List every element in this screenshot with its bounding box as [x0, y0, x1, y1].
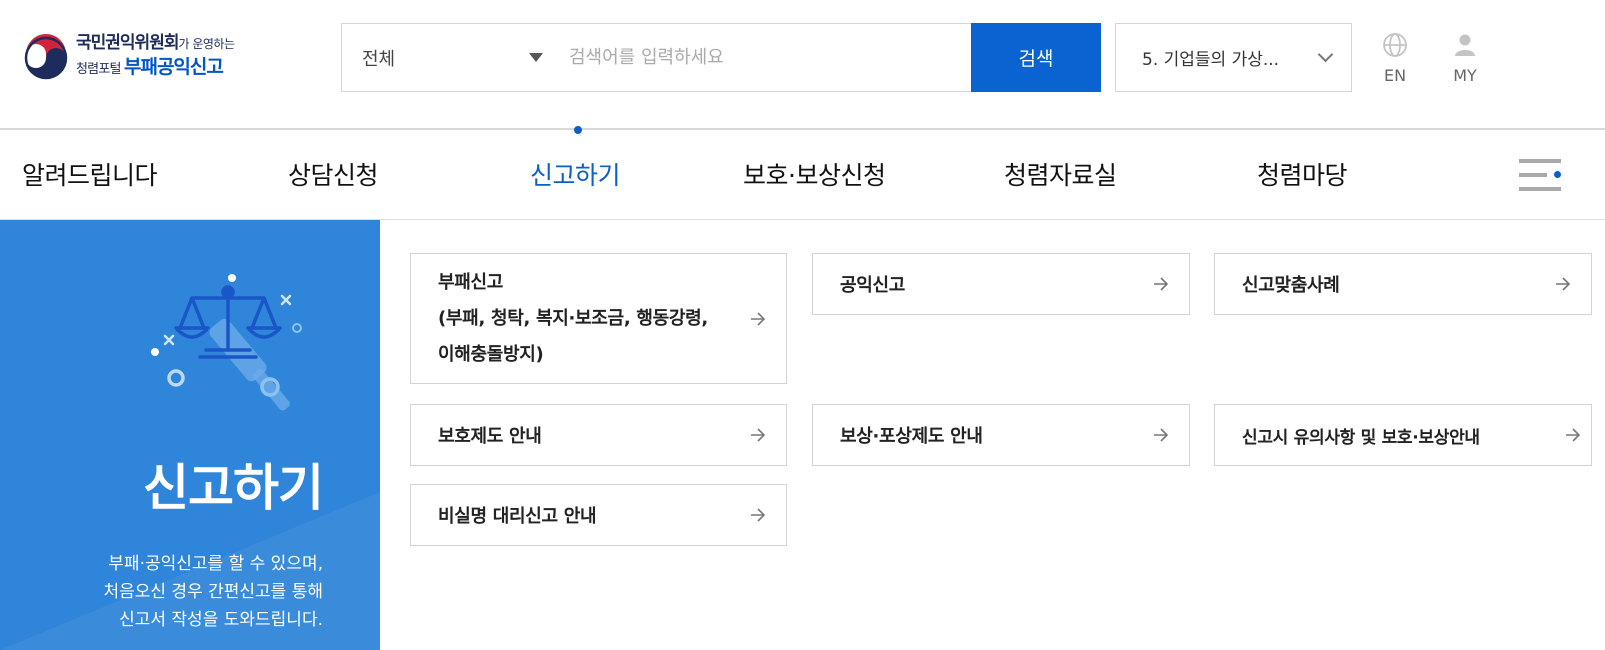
section-side-panel: 신고하기 부패·공익신고를 할 수 있으며, 처음오신 경우 간편신고를 통해 …	[0, 220, 380, 650]
submenu-protection-guide[interactable]: 보호제도 안내	[410, 404, 787, 466]
user-icon	[1455, 34, 1475, 56]
section-title: 신고하기	[143, 459, 324, 517]
language-en-label: EN	[1383, 66, 1407, 85]
hamburger-menu-icon[interactable]	[1519, 159, 1561, 193]
submenu-report-cases[interactable]: 신고맞춤사례	[1214, 253, 1592, 315]
main-navigation: 알려드립니다 상담신청 신고하기 보호·보상신청 청렴자료실 청렴마당	[0, 132, 1605, 220]
submenu-corruption-report[interactable]: 부패신고 (부패, 청탁, 복지·보조금, 행동강령, 이해충돌방지)	[410, 253, 787, 384]
active-nav-indicator	[574, 126, 582, 134]
submenu-label: 공익신고	[840, 275, 906, 296]
submenu-label: (부패, 청탁, 복지·보조금, 행동강령,	[438, 307, 708, 329]
section-description-line: 신고서 작성을 도와드립니다.	[119, 610, 323, 630]
submenu-label: 비실명 대리신고 안내	[438, 506, 597, 527]
globe-icon	[1383, 33, 1407, 57]
popular-keyword-value: 5. 기업들의 가상...	[1142, 50, 1280, 70]
section-description: 부패·공익신고를 할 수 있으며, 처음오신 경우 간편신고를 통해 신고서 작…	[23, 550, 323, 634]
search-button[interactable]: 검색	[971, 23, 1101, 92]
taegeuk-logo-icon	[24, 34, 68, 80]
search-bar: 전체 검색	[341, 23, 1101, 92]
nav-item-integrity-plaza[interactable]: 청렴마당	[1257, 132, 1348, 220]
submenu-report-precautions[interactable]: 신고시 유의사항 및 보호·보상안내	[1214, 404, 1592, 466]
search-input[interactable]	[561, 24, 971, 91]
arrow-right-icon	[751, 508, 766, 522]
submenu-label: 신고시 유의사항 및 보호·보상안내	[1242, 427, 1480, 448]
popular-keyword-dropdown[interactable]: 5. 기업들의 가상...	[1115, 23, 1352, 92]
arrow-right-icon	[1154, 428, 1169, 442]
language-en-button[interactable]: EN	[1370, 32, 1420, 88]
search-category-select[interactable]: 전체	[342, 24, 561, 91]
chevron-down-icon	[1317, 46, 1334, 63]
nav-item-notice[interactable]: 알려드립니다	[22, 132, 158, 220]
my-page-button[interactable]: MY	[1440, 32, 1490, 88]
nav-item-report[interactable]: 신고하기	[530, 132, 621, 220]
nav-item-protection[interactable]: 보호·보상신청	[743, 132, 886, 220]
site-header: 국민권익위원회가 운영하는 청렴포털 부패공익신고 전체 검색 5. 기업들의 …	[0, 0, 1605, 130]
submenu-anonymous-proxy-report[interactable]: 비실명 대리신고 안내	[410, 484, 787, 546]
arrow-right-icon	[1154, 277, 1169, 291]
nav-item-consultation[interactable]: 상담신청	[288, 132, 379, 220]
submenu-label: 이해충돌방지)	[438, 343, 544, 365]
arrow-right-icon	[1556, 277, 1571, 291]
logo-portal-name: 부패공익신고	[123, 56, 224, 78]
arrow-right-icon	[1566, 428, 1581, 442]
submenu-reward-guide[interactable]: 보상·포상제도 안내	[812, 404, 1190, 466]
arrow-right-icon	[751, 428, 766, 442]
logo-org-suffix: 가 운영하는	[178, 37, 235, 51]
logo-portal-prefix: 청렴포털	[76, 62, 121, 77]
submenu-label: 보상·포상제도 안내	[840, 426, 983, 447]
logo-org-name: 국민권익위원회	[76, 33, 179, 53]
submenu-label: 신고맞춤사례	[1242, 275, 1340, 296]
my-page-label: MY	[1453, 66, 1477, 85]
site-logo[interactable]: 국민권익위원회가 운영하는 청렴포털 부패공익신고	[22, 30, 282, 82]
caret-down-icon	[529, 53, 543, 62]
search-category-value: 전체	[362, 48, 396, 70]
section-description-line: 처음오신 경우 간편신고를 통해	[103, 582, 323, 602]
section-description-line: 부패·공익신고를 할 수 있으며,	[108, 554, 323, 574]
arrow-right-icon	[751, 311, 766, 326]
submenu-label: 보호제도 안내	[438, 426, 542, 447]
submenu-label: 부패신고	[438, 271, 504, 293]
submenu-public-interest-report[interactable]: 공익신고	[812, 253, 1190, 315]
nav-item-resources[interactable]: 청렴자료실	[1004, 132, 1117, 220]
